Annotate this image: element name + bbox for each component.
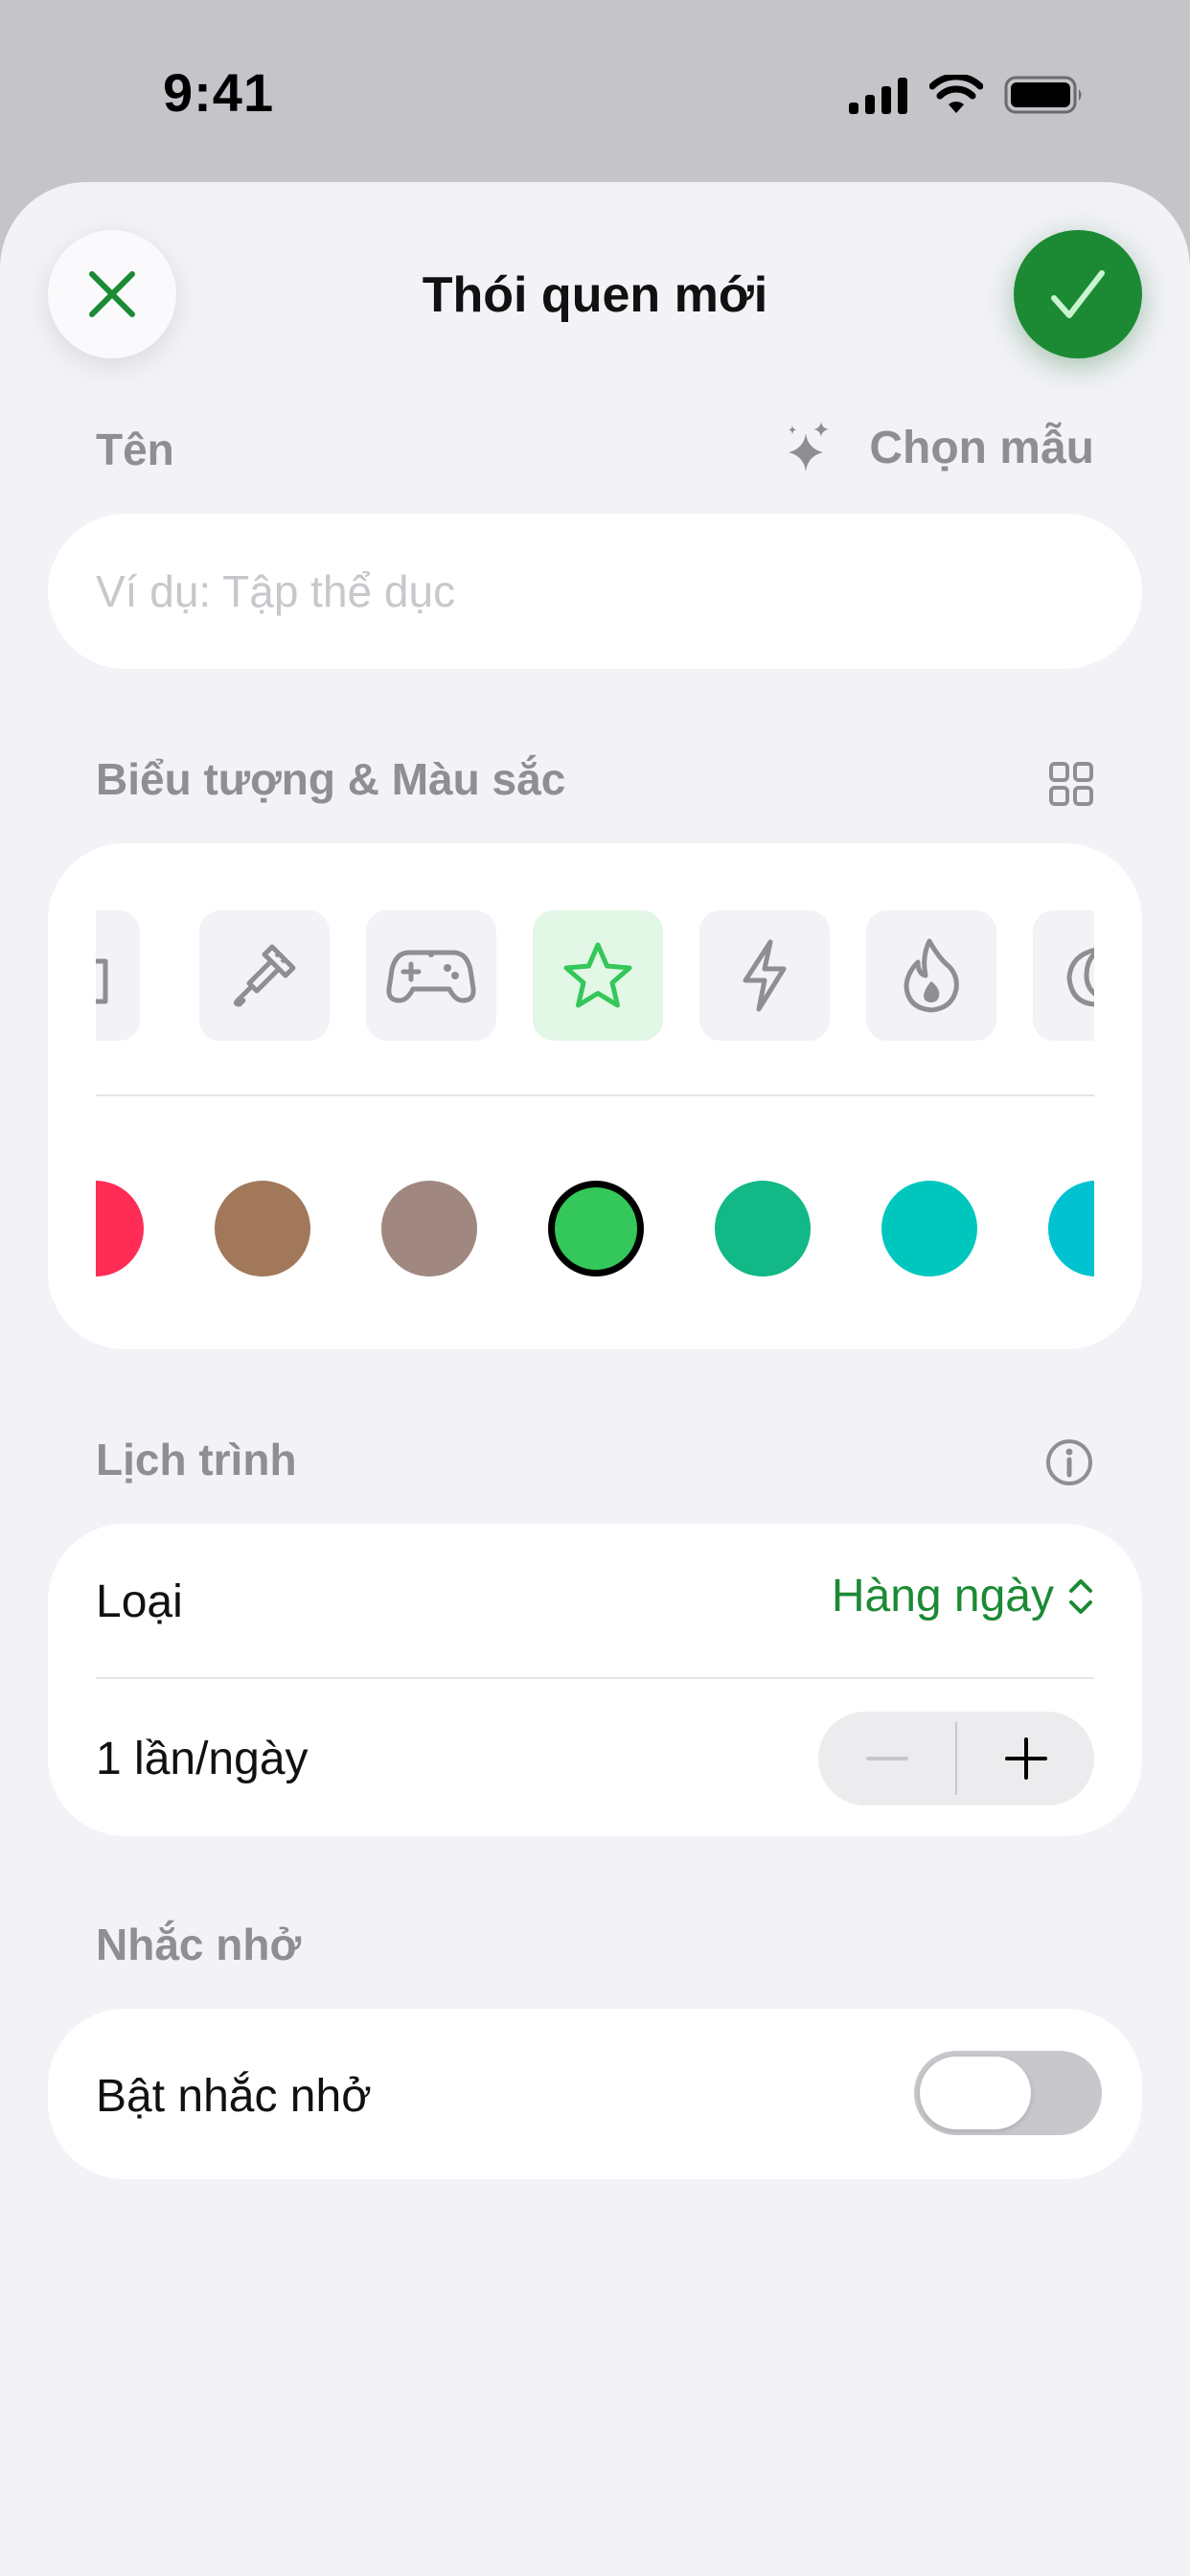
frequency-label: 1 lần/ngày [96,1734,309,1784]
icon-option-moon[interactable] [1033,910,1094,1041]
color-swatch-green-selected[interactable] [548,1181,644,1276]
color-swatch-taupe[interactable] [381,1181,477,1276]
icon-picker-row [96,910,1094,1041]
icon-option-gamepad[interactable] [366,910,496,1041]
appearance-section-label: Biểu tượng & Màu sắc [96,754,566,804]
schedule-divider [96,1677,1094,1679]
color-picker-row [96,1179,1094,1278]
frequency-stepper [818,1712,1094,1806]
status-bar: 9:41 [0,0,1190,182]
moon-icon [1066,947,1094,1007]
schedule-card: Loại Hàng ngày 1 lần/ngày [48,1524,1142,1836]
bolt-icon [743,939,787,1012]
reminder-card: Bật nhắc nhở [48,2009,1142,2179]
schedule-type-value: Hàng ngày [831,1571,1054,1622]
appearance-divider [96,1094,1094,1096]
toggle-knob [920,2057,1031,2129]
name-section-label: Tên [96,425,174,474]
status-icons [849,71,1085,119]
confirm-button[interactable] [1014,230,1142,358]
chevron-up-down-icon [1069,1578,1092,1614]
reminder-toggle-label: Bật nhắc nhở [96,2071,372,2122]
color-swatch-teal-green[interactable] [715,1181,811,1276]
icon-option-flame[interactable] [866,910,996,1041]
color-swatch-red[interactable] [96,1181,144,1276]
reminder-section-label: Nhắc nhở [96,1920,302,1969]
schedule-type-label: Loại [96,1576,183,1627]
icon-option-camera[interactable] [96,910,140,1041]
screen: 9:41 Thói quen mới Tên Chọn mẫu Ví dụ: T… [0,0,1190,2576]
gamepad-icon [386,950,476,1003]
schedule-type-picker[interactable]: Hàng ngày [832,1570,1094,1622]
paintbrush-icon [233,944,296,1007]
schedule-section-label: Lịch trình [96,1435,297,1484]
info-icon[interactable] [1044,1438,1094,1487]
new-habit-sheet: Thói quen mới Tên Chọn mẫu Biểu tượng & … [0,182,1190,2576]
star-icon [563,942,632,1008]
appearance-card [48,843,1142,1349]
battery-icon [1004,76,1082,114]
icon-option-star[interactable] [533,910,663,1041]
icon-option-paintbrush[interactable] [199,910,330,1041]
flame-icon [904,938,959,1013]
reminder-toggle[interactable] [914,2051,1102,2135]
sparkles-icon [789,422,830,472]
grid-icon[interactable] [1048,761,1094,807]
cellular-signal-icon [849,78,907,114]
plus-icon [1004,1737,1047,1780]
color-swatch-cyan[interactable] [1048,1181,1094,1276]
choose-template-button[interactable]: Chọn mẫu [783,420,1094,475]
camera-icon [96,958,108,1004]
color-swatch-turquoise[interactable] [881,1181,977,1276]
increment-button[interactable] [957,1712,1094,1806]
color-swatch-brown[interactable] [215,1181,310,1276]
minus-icon [865,1757,908,1760]
wifi-icon [929,75,983,113]
habit-name-input[interactable] [48,514,1142,669]
icon-option-bolt[interactable] [699,910,830,1041]
checkmark-icon [1051,270,1105,318]
choose-template-label: Chọn mẫu [869,422,1094,473]
decrement-button[interactable] [818,1712,955,1806]
page-title: Thói quen mới [422,267,768,323]
status-time: 9:41 [163,62,275,123]
